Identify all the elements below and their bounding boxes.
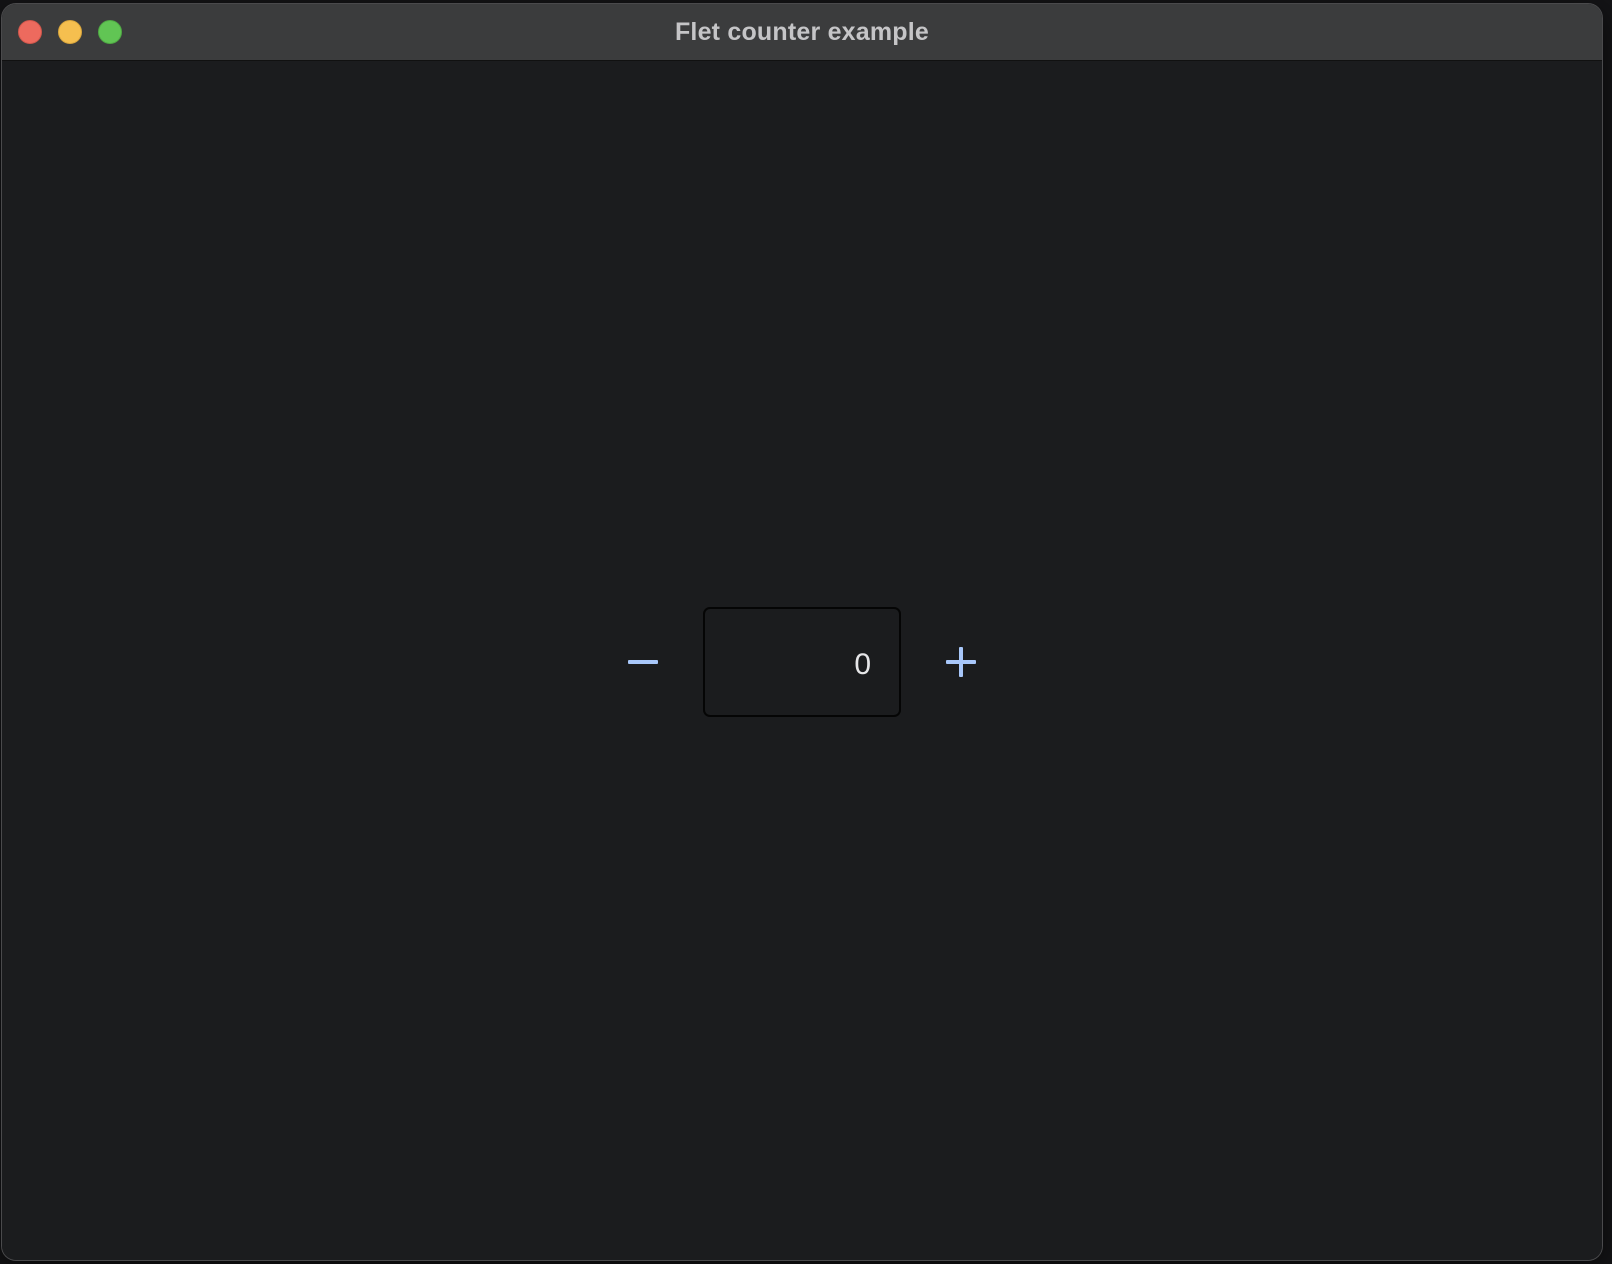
counter-row: 0 (2, 607, 1602, 717)
app-window: Flet counter example 0 (2, 4, 1602, 1260)
decrement-button[interactable] (611, 630, 675, 694)
minimize-window-button[interactable] (58, 20, 82, 44)
window-title: Flet counter example (674, 17, 930, 46)
remove-icon (628, 660, 658, 664)
title-bar[interactable]: Flet counter example (2, 4, 1602, 61)
maximize-window-button[interactable] (98, 20, 122, 44)
add-icon (946, 647, 976, 677)
counter-value-field[interactable]: 0 (703, 607, 901, 717)
increment-button[interactable] (929, 630, 993, 694)
window-controls (18, 20, 122, 44)
close-window-button[interactable] (18, 20, 42, 44)
counter-value: 0 (854, 648, 871, 681)
app-content: 0 (2, 61, 1602, 1260)
desktop: Flet counter example 0 (0, 0, 1612, 1264)
